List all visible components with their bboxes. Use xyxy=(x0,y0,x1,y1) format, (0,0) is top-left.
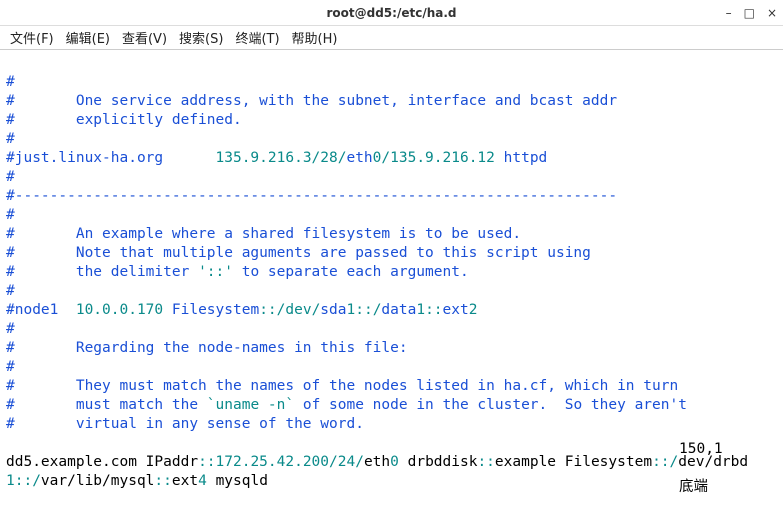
comment-line: # xyxy=(6,74,15,90)
fs-type: ext xyxy=(443,302,469,318)
comment-line: # the delimiter xyxy=(6,264,198,280)
maximize-button[interactable]: □ xyxy=(744,6,755,20)
comment-line: # Note that multiple aguments are passed… xyxy=(6,245,591,261)
comment-line: # xyxy=(6,169,15,185)
path-token: 1::/ xyxy=(347,302,382,318)
number-token: 2 xyxy=(469,302,478,318)
terminal-viewport[interactable]: # # One service address, with the subnet… xyxy=(0,50,783,518)
resource-name: example Filesystem xyxy=(495,454,652,470)
menu-file[interactable]: 文件(F) xyxy=(6,26,58,49)
comment-line: #node1 xyxy=(6,302,76,318)
delimiter-token: :: xyxy=(477,454,494,470)
comment-line: # explicitly defined. xyxy=(6,112,242,128)
comment-line: # xyxy=(6,321,15,337)
service-name: httpd xyxy=(504,150,548,166)
iface-name: eth xyxy=(364,454,390,470)
ip-literal: ::172.25.42.200/24/ xyxy=(198,454,364,470)
comment-line: # must match the xyxy=(6,397,207,413)
resource-name: Filesystem xyxy=(172,302,259,318)
minimize-button[interactable]: – xyxy=(726,6,732,20)
fs-type: ext xyxy=(172,473,198,489)
scroll-indicator: 底端 xyxy=(679,479,708,495)
mount-name: data xyxy=(381,302,416,318)
comment-line: #---------------------------------------… xyxy=(6,188,617,204)
menu-view[interactable]: 查看(V) xyxy=(118,26,171,49)
menu-help[interactable]: 帮助(H) xyxy=(288,26,342,49)
menu-edit[interactable]: 编辑(E) xyxy=(62,26,114,49)
number-token: 0 xyxy=(390,454,407,470)
ip-literal: 10.0.0.170 xyxy=(76,302,172,318)
titlebar: root@dd5:/etc/ha.d – □ × xyxy=(0,0,783,26)
delimiter-token: :: xyxy=(154,473,171,489)
iface-name: eth xyxy=(346,150,372,166)
vim-statusline: 150,1 底端 xyxy=(644,421,769,516)
cursor-position: 150,1 xyxy=(679,440,769,459)
window-controls: – □ × xyxy=(726,6,777,20)
comment-line: # One service address, with the subnet, … xyxy=(6,93,617,109)
ip-literal: 0/135.9.216.12 xyxy=(373,150,504,166)
path-token: 1:: xyxy=(416,302,442,318)
menubar: 文件(F) 编辑(E) 查看(V) 搜索(S) 终端(T) 帮助(H) xyxy=(0,26,783,50)
comment-line: #just.linux-ha.org xyxy=(6,150,216,166)
blank-line xyxy=(6,435,15,451)
backtick-token: `uname -n` xyxy=(207,397,294,413)
comment-line: # virtual in any sense of the word. xyxy=(6,416,364,432)
menu-term[interactable]: 终端(T) xyxy=(231,26,283,49)
comment-line: # xyxy=(6,283,15,299)
comment-line: to separate each argument. xyxy=(233,264,469,280)
delimiter-token: '::' xyxy=(198,264,233,280)
resource-name: drbddisk xyxy=(408,454,478,470)
path-token: 1::/ xyxy=(6,473,41,489)
comment-line: # xyxy=(6,131,15,147)
comment-line: # xyxy=(6,359,15,375)
comment-line: of some node in the cluster. So they are… xyxy=(294,397,687,413)
comment-line: # xyxy=(6,207,15,223)
menu-search[interactable]: 搜索(S) xyxy=(175,26,227,49)
service-name: mysqld xyxy=(216,473,268,489)
comment-line: # They must match the names of the nodes… xyxy=(6,378,678,394)
device-name: sda xyxy=(320,302,346,318)
path-token: ::/dev/ xyxy=(259,302,320,318)
mount-name: var/lib/mysql xyxy=(41,473,155,489)
comment-line: # Regarding the node-names in this file: xyxy=(6,340,408,356)
number-token: 4 xyxy=(198,473,215,489)
comment-line: # An example where a shared filesystem i… xyxy=(6,226,521,242)
hostname: dd5.example.com IPaddr xyxy=(6,454,198,470)
window-title: root@dd5:/etc/ha.d xyxy=(0,6,783,20)
ip-literal: 135.9.216.3/28/ xyxy=(216,150,347,166)
close-button[interactable]: × xyxy=(767,6,777,20)
